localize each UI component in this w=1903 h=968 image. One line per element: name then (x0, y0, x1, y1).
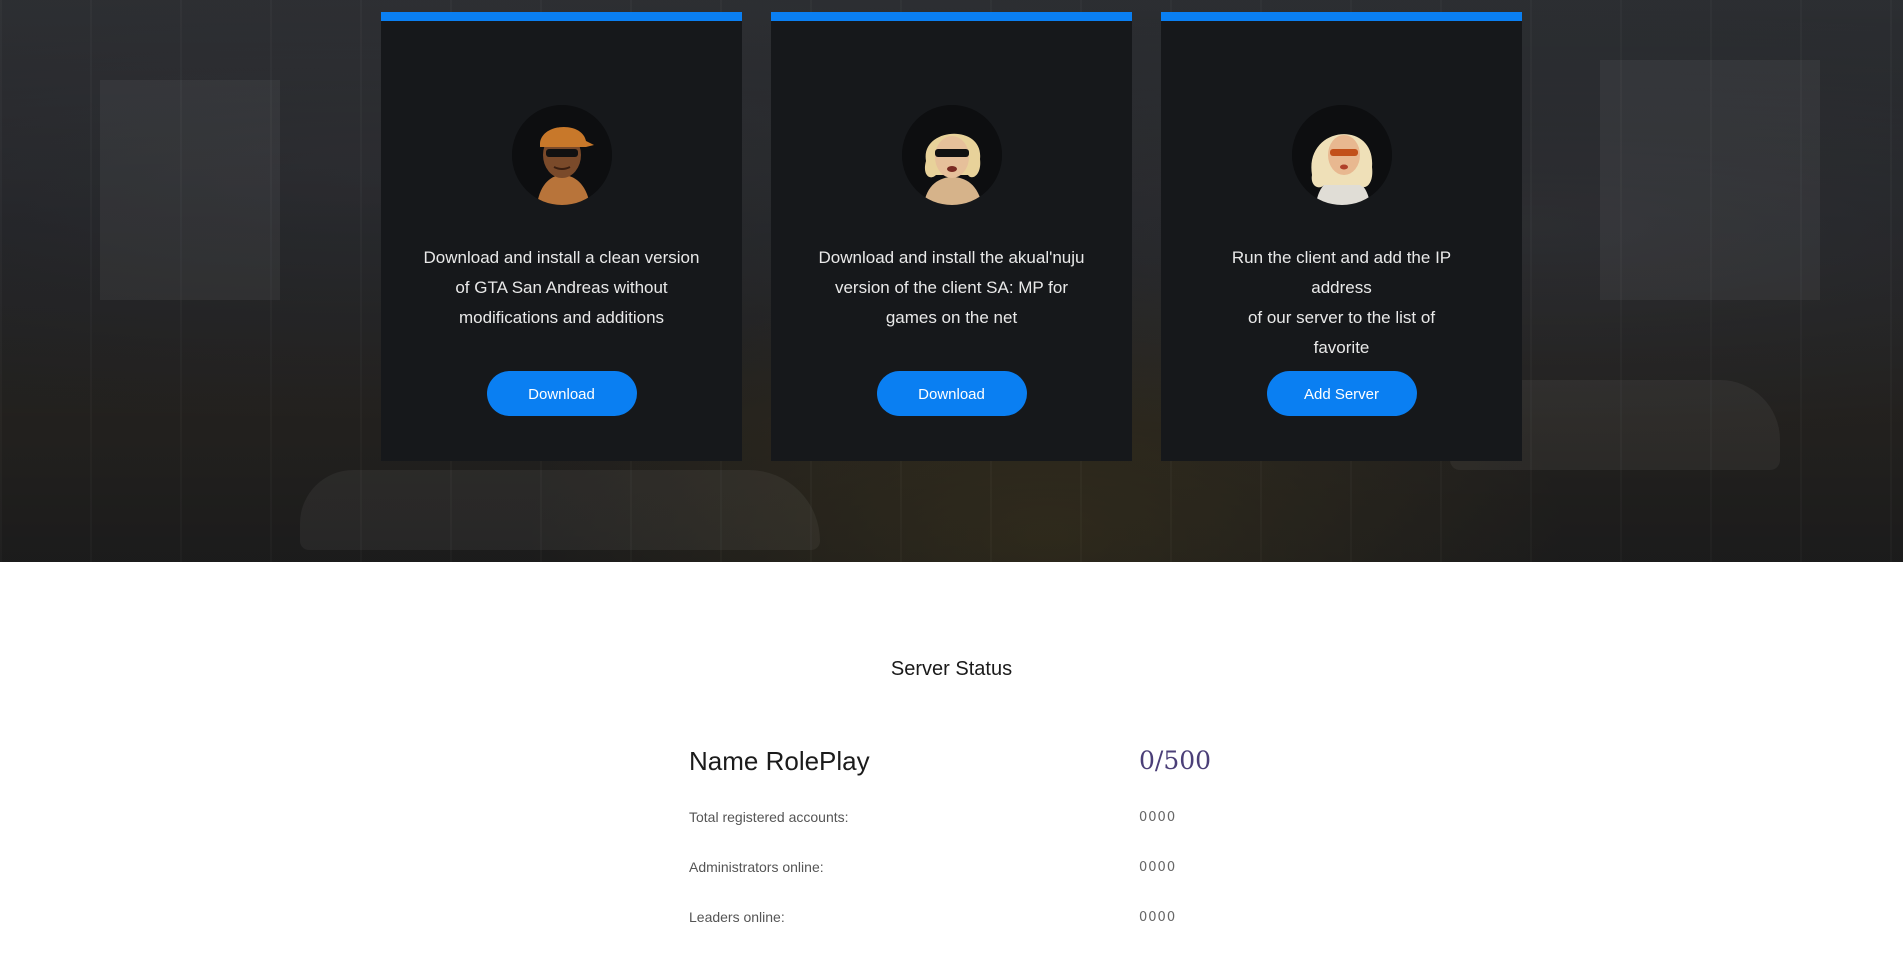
leaders-online-value: 0000 (1139, 910, 1177, 925)
step-description: Download and install a clean version of … (421, 243, 702, 333)
leaders-online-label: Leaders online: (689, 909, 785, 925)
bg-building (1600, 60, 1820, 300)
step-description: Run the client and add the IP address of… (1201, 243, 1482, 363)
admins-online-label: Administrators online: (689, 859, 824, 875)
step-description-line: modifications and additions (458, 308, 665, 327)
step-description-line: favorite (1313, 338, 1370, 357)
server-name: Name RolePlay (689, 746, 870, 776)
online-player-count: 0/500 (1139, 746, 1212, 775)
blonde-sunglasses-character-avatar-icon (901, 105, 1002, 205)
step-card-3: Run the client and add the IP address of… (1161, 12, 1522, 461)
add-server-button[interactable]: Add Server (1266, 371, 1417, 416)
cj-character-avatar-icon (511, 105, 612, 205)
step-description-line: Download and install the akual'nuju (818, 248, 1085, 267)
bg-car (300, 470, 820, 550)
bg-building (100, 80, 280, 300)
admins-online-value: 0000 (1139, 860, 1177, 875)
download-client-button[interactable]: Download (876, 371, 1027, 416)
step-description-line: of GTA San Andreas without (455, 278, 668, 297)
step-description-line: Download and install a clean version (423, 248, 700, 267)
registered-accounts-value: 0000 (1139, 810, 1177, 825)
step-card-2: Download and install the akual'nuju vers… (771, 12, 1132, 461)
step-description-line: version of the client SA: MP for (834, 278, 1069, 297)
registered-accounts-label: Total registered accounts: (689, 809, 849, 825)
server-status-title: Server Status (890, 658, 1013, 680)
step-description-line: games on the net (885, 308, 1018, 327)
download-gta-button[interactable]: Download (486, 371, 637, 416)
blonde-woman-character-avatar-icon (1291, 105, 1392, 205)
hero-background: Download and install a clean version of … (0, 0, 1903, 562)
step-description-line: Run the client and add the IP address (1231, 248, 1452, 297)
step-card-1: Download and install a clean version of … (381, 12, 742, 461)
step-description-line: of our server to the list of (1247, 308, 1436, 327)
step-description: Download and install the akual'nuju vers… (811, 243, 1092, 333)
